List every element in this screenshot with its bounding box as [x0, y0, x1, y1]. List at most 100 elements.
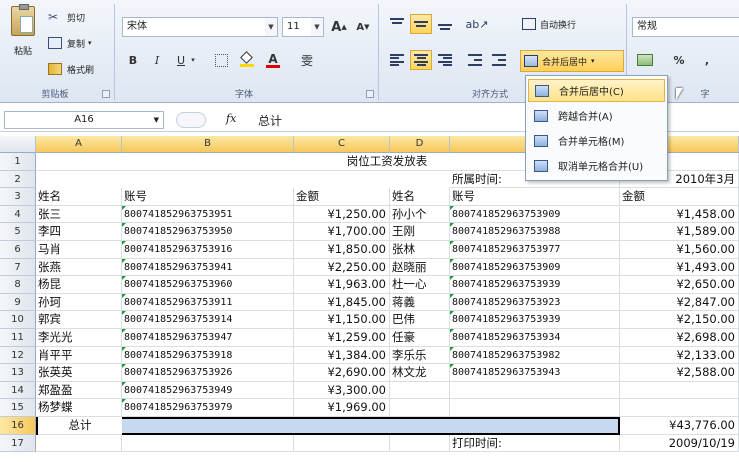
name-cell[interactable]: 杜一心	[390, 276, 450, 294]
name-cell[interactable]: 张三	[36, 205, 122, 224]
amount-cell[interactable]: ¥1,250.00	[294, 205, 390, 224]
name-cell[interactable]: 张燕	[36, 258, 122, 277]
name-cell[interactable]: 王刚	[390, 223, 450, 241]
bold-button[interactable]: B	[122, 50, 144, 70]
account-cell[interactable]: 800741852963753914	[122, 311, 294, 329]
grow-font-button[interactable]: A ▲	[328, 17, 350, 37]
empty-cell[interactable]	[620, 399, 739, 417]
name-cell[interactable]: 张林	[390, 241, 450, 259]
account-cell[interactable]: 800741852963753960	[122, 276, 294, 294]
amount-cell[interactable]: ¥1,259.00	[294, 329, 390, 347]
chevron-down-icon[interactable]: ▼	[154, 112, 159, 128]
amount-cell[interactable]: ¥2,588.00	[620, 364, 739, 382]
account-cell[interactable]: 800741852963753949	[122, 381, 294, 400]
name-cell[interactable]: 李四	[36, 223, 122, 241]
row-header-8[interactable]: 8	[0, 276, 36, 294]
print-label-cell[interactable]: 打印时间:	[450, 434, 620, 453]
chevron-down-icon[interactable]: ▼	[311, 18, 323, 36]
amount-cell[interactable]: ¥1,458.00	[620, 205, 739, 224]
account-cell[interactable]: 800741852963753941	[122, 258, 294, 277]
empty-cell[interactable]	[122, 434, 294, 453]
account-cell[interactable]: 800741852963753982	[450, 346, 620, 365]
name-cell[interactable]: 赵晓丽	[390, 258, 450, 277]
underline-dropdown-icon[interactable]: ▾	[188, 50, 198, 70]
name-cell[interactable]: 马肖	[36, 241, 122, 259]
copy-button[interactable]: 复制 ▾	[48, 34, 92, 52]
row-header-15[interactable]: 15	[0, 399, 36, 417]
empty-cell[interactable]	[294, 434, 390, 453]
amount-cell[interactable]: ¥1,493.00	[620, 258, 739, 277]
header-name-cell[interactable]: 姓名	[36, 188, 122, 206]
header-name-cell[interactable]: 姓名	[390, 188, 450, 206]
account-cell[interactable]: 800741852963753977	[450, 241, 620, 259]
amount-cell[interactable]: ¥2,847.00	[620, 293, 739, 312]
selected-range[interactable]	[36, 417, 620, 435]
formula-cancel-icon[interactable]	[176, 112, 206, 128]
align-top-button[interactable]	[386, 14, 408, 34]
row-header-3[interactable]: 3	[0, 188, 36, 206]
row-header-12[interactable]: 12	[0, 346, 36, 365]
fx-icon[interactable]: fx	[226, 112, 236, 125]
name-cell[interactable]: 杨昆	[36, 276, 122, 294]
amount-cell[interactable]: ¥1,845.00	[294, 293, 390, 312]
account-cell[interactable]: 800741852963753979	[122, 399, 294, 417]
decrease-indent-button[interactable]	[464, 50, 486, 70]
account-cell[interactable]: 800741852963753911	[122, 293, 294, 312]
orientation-button[interactable]: ab↗	[466, 14, 489, 34]
amount-cell[interactable]: ¥2,698.00	[620, 329, 739, 347]
phonetic-button[interactable]: 雯	[296, 50, 318, 70]
amount-cell[interactable]: ¥1,700.00	[294, 223, 390, 241]
total-value-cell[interactable]: ¥43,776.00	[620, 417, 739, 435]
name-cell[interactable]: 张英英	[36, 364, 122, 382]
align-center-button[interactable]	[410, 50, 432, 70]
italic-button[interactable]: I	[146, 50, 168, 70]
comma-button[interactable]: ,	[696, 50, 718, 70]
formula-content[interactable]: 总计	[258, 112, 282, 129]
menu-item-merge-center[interactable]: 合并后居中(C)	[528, 79, 665, 102]
header-account-cell[interactable]: 账号	[450, 188, 620, 206]
row-header-14[interactable]: 14	[0, 381, 36, 400]
account-cell[interactable]: 800741852963753918	[122, 346, 294, 365]
select-all-corner[interactable]	[0, 136, 36, 153]
name-cell[interactable]: 任豪	[390, 329, 450, 347]
row-header-13[interactable]: 13	[0, 364, 36, 382]
paste-button[interactable]: 粘贴	[6, 4, 40, 70]
account-cell[interactable]: 800741852963753951	[122, 205, 294, 224]
amount-cell[interactable]: ¥1,150.00	[294, 311, 390, 329]
row-header-16[interactable]: 16	[0, 417, 36, 435]
empty-cell[interactable]	[36, 434, 122, 453]
increase-indent-button[interactable]	[488, 50, 510, 70]
header-amount-cell[interactable]: 金额	[294, 188, 390, 206]
font-launcher-icon[interactable]	[366, 90, 374, 98]
column-header-a[interactable]: A	[36, 136, 122, 153]
account-cell[interactable]: 800741852963753950	[122, 223, 294, 241]
font-name-combo[interactable]: 宋体 ▼	[122, 17, 278, 37]
row-header-10[interactable]: 10	[0, 311, 36, 329]
amount-cell[interactable]: ¥1,560.00	[620, 241, 739, 259]
name-cell[interactable]: 郑盈盈	[36, 381, 122, 400]
font-color-button[interactable]: A	[262, 50, 284, 70]
amount-cell[interactable]: ¥3,300.00	[294, 381, 390, 400]
menu-item-unmerge[interactable]: 取消单元格合并(U)	[528, 154, 665, 177]
name-cell[interactable]: 巴伟	[390, 311, 450, 329]
row-header-2[interactable]: 2	[0, 170, 36, 189]
shrink-font-button[interactable]: A ▼	[352, 17, 374, 37]
account-cell[interactable]: 800741852963753916	[122, 241, 294, 259]
amount-cell[interactable]: ¥1,969.00	[294, 399, 390, 417]
row-header-11[interactable]: 11	[0, 329, 36, 347]
row-header-5[interactable]: 5	[0, 223, 36, 241]
format-painter-button[interactable]: 格式刷	[48, 60, 94, 78]
account-cell[interactable]: 800741852963753939	[450, 311, 620, 329]
wrap-text-button[interactable]: 自动换行	[522, 14, 576, 34]
row-header-6[interactable]: 6	[0, 241, 36, 259]
name-cell[interactable]: 林文龙	[390, 364, 450, 382]
name-cell[interactable]: 孙小个	[390, 205, 450, 224]
menu-item-merge-across[interactable]: 跨越合并(A)	[528, 104, 665, 127]
row-header-17[interactable]: 17	[0, 434, 36, 453]
align-right-button[interactable]	[434, 50, 456, 70]
account-cell[interactable]: 800741852963753988	[450, 223, 620, 241]
name-cell[interactable]: 肖平平	[36, 346, 122, 365]
cut-button[interactable]: ✂ 剪切	[48, 8, 85, 26]
percent-button[interactable]: %	[668, 50, 690, 70]
amount-cell[interactable]: ¥1,963.00	[294, 276, 390, 294]
